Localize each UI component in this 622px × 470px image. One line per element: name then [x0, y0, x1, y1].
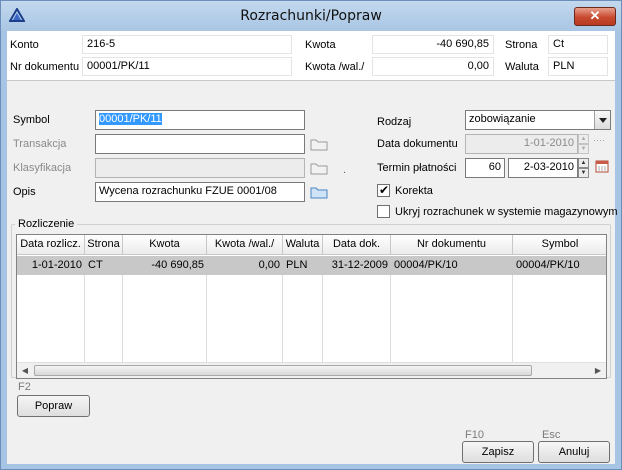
- calendar-placeholder-icon: ····: [593, 135, 605, 145]
- rodzaj-dropdown-button[interactable]: [594, 111, 610, 129]
- grid-divider: [390, 275, 391, 362]
- klasyfikacja-input[interactable]: [95, 158, 305, 178]
- strona-value: Ct: [548, 35, 608, 54]
- rozliczenie-grid[interactable]: Data rozlicz. Strona Kwota Kwota /wal./ …: [16, 234, 607, 379]
- col-symbol[interactable]: Symbol: [513, 235, 606, 255]
- termin-date-input[interactable]: 2-03-2010: [508, 158, 578, 178]
- klasyfikacja-folder-icon[interactable]: [310, 161, 328, 175]
- data-dokumentu-spinner[interactable]: ▲ ▼: [578, 134, 589, 154]
- rodzaj-select[interactable]: zobowiązanie: [465, 110, 611, 130]
- check-icon: ✔: [379, 183, 390, 197]
- data-dokumentu-input[interactable]: 1-01-2010: [465, 134, 578, 154]
- data-dokumentu-label: Data dokumentu: [377, 138, 458, 150]
- transakcja-input[interactable]: [95, 134, 305, 154]
- grid-divider: [84, 275, 85, 362]
- waluta-value: PLN: [548, 57, 608, 76]
- col-kwota-wal[interactable]: Kwota /wal./: [207, 235, 283, 255]
- close-button[interactable]: ✕: [574, 7, 616, 26]
- grid-divider: [122, 275, 123, 362]
- klasyfikacja-label: Klasyfikacja: [13, 162, 72, 174]
- window-title: Rozrachunki/Popraw: [240, 8, 382, 24]
- rozliczenie-title: Rozliczenie: [15, 218, 78, 230]
- chevron-down-icon: [599, 118, 607, 123]
- table-row[interactable]: 1-01-2010 CT -40 690,85 0,00 PLN 31-12-2…: [17, 256, 606, 275]
- korekta-checkbox[interactable]: ✔: [377, 183, 390, 197]
- waluta-text: PLN: [553, 60, 575, 72]
- opis-input[interactable]: Wycena rozrachunku FZUE 0001/08: [95, 182, 305, 202]
- spin-up-icon[interactable]: ▲: [578, 158, 589, 168]
- col-kwota[interactable]: Kwota: [123, 235, 207, 255]
- popraw-shortcut: F2: [18, 381, 31, 393]
- termin-days-input[interactable]: 60: [465, 158, 505, 178]
- symbol-label: Symbol: [13, 114, 50, 126]
- korekta-label: Korekta: [395, 185, 433, 197]
- termin-label: Termin płatności: [377, 162, 457, 174]
- nr-dokumentu-text: 00001/PK/11: [87, 60, 150, 72]
- cell-data-dok: 31-12-2009: [331, 259, 388, 271]
- waluta-label: Waluta: [505, 61, 539, 73]
- scroll-right-icon[interactable]: ▶: [590, 363, 606, 378]
- horizontal-scrollbar[interactable]: ◀ ▶: [17, 362, 606, 378]
- spin-down-icon[interactable]: ▼: [578, 168, 589, 178]
- scroll-left-icon[interactable]: ◀: [17, 363, 33, 378]
- dialog-client: Konto 216-5 Nr dokumentu 00001/PK/11 Kwo…: [7, 31, 618, 464]
- cell-data-rozlicz: 1-01-2010: [31, 259, 82, 271]
- col-data-dok[interactable]: Data dok.: [323, 235, 391, 255]
- scrollbar-thumb[interactable]: [34, 365, 532, 376]
- symbol-selected-text: 00001/PK/11: [99, 113, 162, 125]
- cell-kwota: -40 690,85: [151, 259, 204, 271]
- anuluj-button[interactable]: Anuluj: [538, 441, 610, 463]
- grid-divider: [512, 275, 513, 362]
- cell-symbol: 00004/PK/10: [516, 259, 580, 271]
- calendar-icon[interactable]: [595, 159, 609, 173]
- cell-kwota-wal: 0,00: [258, 259, 280, 271]
- zapisz-button[interactable]: Zapisz: [462, 441, 534, 463]
- strona-label: Strona: [505, 39, 538, 51]
- spin-up-icon[interactable]: ▲: [578, 134, 589, 144]
- anuluj-shortcut: Esc: [542, 429, 561, 441]
- grid-divider: [282, 275, 283, 362]
- nr-dokumentu-label: Nr dokumentu: [10, 61, 80, 73]
- cell-waluta: PLN: [286, 259, 308, 271]
- grid-header: Data rozlicz. Strona Kwota Kwota /wal./ …: [17, 235, 606, 255]
- nr-dokumentu-value: 00001/PK/11: [82, 57, 292, 76]
- col-strona[interactable]: Strona: [85, 235, 123, 255]
- strona-text: Ct: [553, 38, 564, 50]
- dialog-window: Rozrachunki/Popraw ✕ Konto 216-5 Nr doku…: [0, 0, 622, 470]
- rodzaj-label: Rodzaj: [377, 116, 412, 128]
- info-panel: Konto 216-5 Nr dokumentu 00001/PK/11 Kwo…: [7, 31, 615, 81]
- konto-text: 216-5: [87, 38, 116, 50]
- termin-date-spinner[interactable]: ▲ ▼: [578, 158, 589, 178]
- col-data-rozlicz[interactable]: Data rozlicz.: [17, 235, 85, 255]
- grid-divider: [206, 275, 207, 362]
- cell-nr-dokumentu: 00004/PK/10: [394, 259, 458, 271]
- col-waluta[interactable]: Waluta: [283, 235, 323, 255]
- kwota-wal-label: Kwota /wal./: [305, 61, 365, 73]
- col-nr-dokumentu[interactable]: Nr dokumentu: [391, 235, 513, 255]
- cell-strona: CT: [88, 259, 103, 271]
- symbol-input[interactable]: 00001/PK/11: [95, 110, 305, 130]
- konto-label: Konto: [10, 39, 39, 51]
- ukryj-checkbox[interactable]: [377, 205, 390, 218]
- konto-value: 216-5: [82, 35, 292, 54]
- opis-label: Opis: [13, 186, 36, 198]
- kwota-wal-text: 0,00: [467, 60, 489, 72]
- spin-down-icon[interactable]: ▼: [578, 144, 589, 154]
- kwota-label: Kwota: [305, 39, 336, 51]
- separator-dot: .: [343, 164, 347, 176]
- ukryj-label: Ukryj rozrachunek w systemie magazynowym: [395, 206, 618, 218]
- rodzaj-value: zobowiązanie: [469, 113, 536, 125]
- popraw-button[interactable]: Popraw: [17, 395, 90, 417]
- transakcja-label: Transakcja: [13, 138, 67, 150]
- kwota-text: -40 690,85: [436, 38, 489, 50]
- title-bar[interactable]: Rozrachunki/Popraw ✕: [1, 1, 621, 31]
- grid-divider: [322, 275, 323, 362]
- kwota-value: -40 690,85: [372, 35, 494, 54]
- kwota-wal-value: 0,00: [372, 57, 494, 76]
- transakcja-folder-icon[interactable]: [310, 137, 328, 151]
- zapisz-shortcut: F10: [465, 429, 484, 441]
- opis-folder-icon[interactable]: [310, 185, 328, 199]
